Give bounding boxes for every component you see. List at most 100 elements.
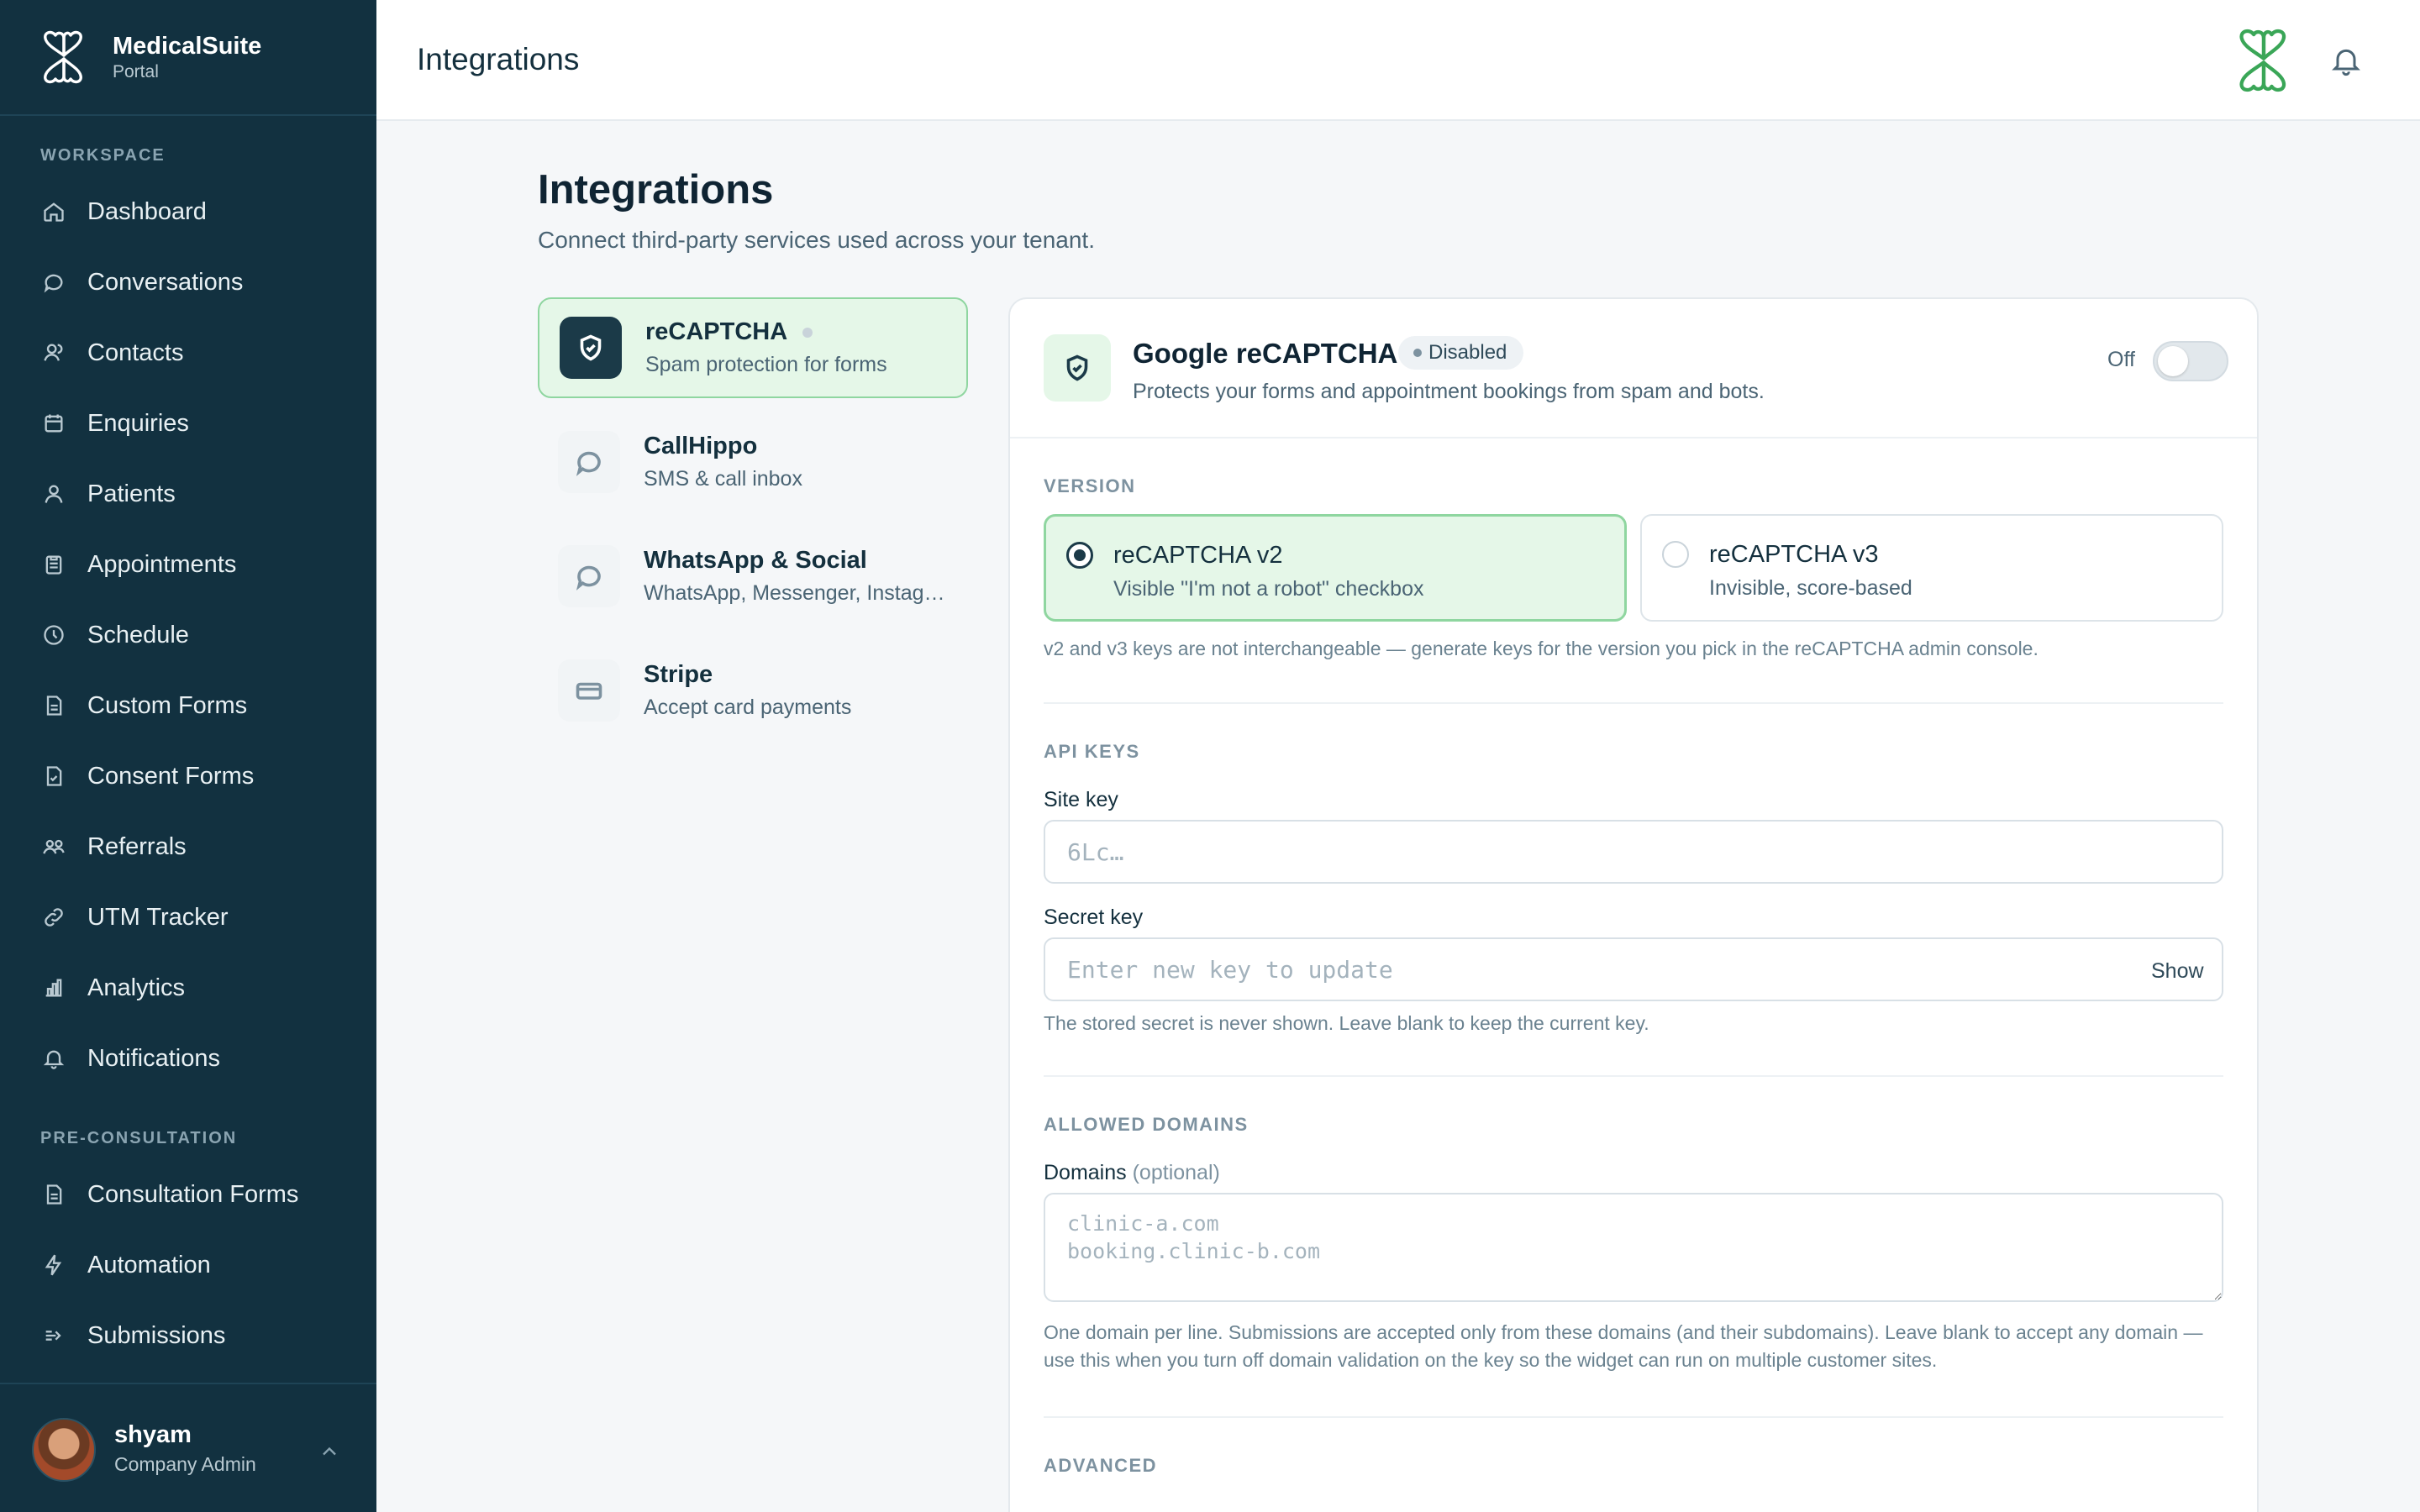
sidebar-item-label: Consultation Forms (87, 1180, 299, 1208)
sidebar-item-analytics[interactable]: Analytics (40, 963, 360, 1013)
radio-unselected[interactable] (1662, 541, 1689, 568)
section-label-advanced: ADVANCED (1044, 1455, 1158, 1476)
sidebar-item-consent-forms[interactable]: Consent Forms (40, 751, 360, 801)
divider (0, 114, 376, 116)
divider (1044, 702, 2223, 704)
domains-label-text: Domains (1044, 1161, 1127, 1184)
contacts-icon (40, 339, 67, 366)
section-label-pre-consultation: PRE-CONSULTATION (40, 1129, 238, 1147)
section-label-workspace: WORKSPACE (40, 146, 166, 165)
avatar (32, 1418, 96, 1482)
chat-icon (40, 269, 67, 296)
sidebar-item-label: Submissions (87, 1321, 226, 1349)
chat-icon (558, 431, 620, 493)
integration-name: CallHippo (644, 433, 758, 459)
sidebar-item-utm-tracker[interactable]: UTM Tracker (40, 892, 360, 942)
integration-item-recaptcha[interactable]: reCAPTCHA Spam protection for forms (538, 297, 968, 398)
clover-logo-icon[interactable] (2230, 29, 2297, 92)
bar-chart-icon (40, 974, 67, 1001)
version-name: reCAPTCHA v2 (1113, 542, 1283, 569)
shield-check-icon (560, 317, 622, 379)
section-label-allowed-domains: ALLOWED DOMAINS (1044, 1114, 1249, 1135)
sidebar-item-label: Referrals (87, 832, 187, 860)
sidebar-item-label: Dashboard (87, 197, 207, 225)
brand-subtitle: Portal (113, 62, 159, 81)
chevron-up-icon[interactable] (318, 1440, 341, 1463)
version-option-v2[interactable]: reCAPTCHA v2 Visible "I'm not a robot" c… (1044, 514, 1627, 622)
toggle-label: Off (2107, 348, 2135, 371)
card-header: Google reCAPTCHA Disabled Protects your … (1010, 299, 2257, 438)
sidebar-item-custom-forms[interactable]: Custom Forms (40, 680, 360, 731)
domains-textarea[interactable] (1044, 1193, 2223, 1302)
secret-key-label: Secret key (1044, 906, 1144, 929)
sidebar-item-label: Schedule (87, 621, 189, 648)
sidebar-item-patients[interactable]: Patients (40, 469, 360, 519)
integration-desc: SMS & call inbox (644, 467, 802, 491)
sidebar-item-label: Automation (87, 1251, 211, 1278)
shield-check-icon (1044, 334, 1111, 402)
user-role: Company Admin (114, 1453, 256, 1475)
show-secret-button[interactable]: Show (2151, 959, 2204, 984)
sidebar-item-automation[interactable]: Automation (40, 1240, 360, 1290)
radio-selected[interactable] (1066, 542, 1093, 569)
site-key-input[interactable] (1044, 820, 2223, 884)
card-title: Google reCAPTCHA (1133, 338, 1398, 369)
integration-item-callhippo[interactable]: CallHippo SMS & call inbox (538, 412, 968, 512)
secret-key-input[interactable] (1044, 937, 2223, 1001)
sidebar-item-schedule[interactable]: Schedule (40, 610, 360, 660)
sidebar-item-label: Notifications (87, 1044, 220, 1072)
brand[interactable]: MedicalSuite Portal (39, 30, 261, 84)
home-icon (40, 198, 67, 225)
lightning-icon (40, 1252, 67, 1278)
user-name: shyam (114, 1421, 192, 1448)
toggle-knob (2158, 346, 2188, 376)
calendar-icon (40, 410, 67, 437)
integration-name: WhatsApp & Social (644, 547, 867, 574)
sidebar-item-label: Enquiries (87, 409, 189, 437)
section-label-version: VERSION (1044, 475, 1136, 496)
sidebar-item-label: Contacts (87, 339, 184, 366)
sidebar-item-conversations[interactable]: Conversations (40, 257, 360, 307)
integration-desc: Spam protection for forms (645, 353, 887, 376)
referrals-icon (40, 833, 67, 860)
version-option-v3[interactable]: reCAPTCHA v3 Invisible, score-based (1640, 514, 2223, 622)
user-menu[interactable]: shyam Company Admin (0, 1383, 376, 1512)
clipboard-icon (40, 551, 67, 578)
sidebar: MedicalSuite Portal WORKSPACE Dashboard … (0, 0, 376, 1512)
enable-toggle[interactable] (2153, 341, 2228, 381)
document-icon (40, 692, 67, 719)
notifications-bell-icon[interactable] (2329, 44, 2363, 77)
integration-name: Stripe (644, 661, 713, 688)
sidebar-item-appointments[interactable]: Appointments (40, 539, 360, 590)
sidebar-item-label: Patients (87, 480, 176, 507)
sidebar-item-dashboard[interactable]: Dashboard (40, 186, 360, 237)
version-desc: Visible "I'm not a robot" checkbox (1113, 577, 1424, 601)
chat-icon (558, 545, 620, 607)
status-badge: Disabled (1398, 336, 1524, 370)
sidebar-item-consultation-forms[interactable]: Consultation Forms (40, 1169, 360, 1220)
sidebar-item-label: Appointments (87, 550, 237, 578)
divider (1044, 1416, 2223, 1418)
page-title: Integrations (538, 167, 774, 213)
sidebar-item-contacts[interactable]: Contacts (40, 328, 360, 378)
page-subtitle: Connect third-party services used across… (538, 227, 1095, 253)
status-dot (802, 327, 813, 338)
secret-key-hint: The stored secret is never shown. Leave … (1044, 1012, 1649, 1034)
integration-item-whatsapp[interactable]: WhatsApp & Social WhatsApp, Messenger, I… (538, 526, 968, 627)
link-icon (40, 904, 67, 931)
optional-tag: (optional) (1132, 1161, 1220, 1184)
sidebar-item-submissions[interactable]: Submissions (40, 1310, 360, 1361)
sidebar-item-label: Custom Forms (87, 691, 248, 719)
integration-name: reCAPTCHA (645, 318, 788, 345)
sidebar-item-notifications[interactable]: Notifications (40, 1033, 360, 1084)
brand-name: MedicalSuite (113, 33, 262, 60)
sidebar-item-enquiries[interactable]: Enquiries (40, 398, 360, 449)
domains-hint: One domain per line. Submissions are acc… (1044, 1321, 2203, 1371)
sidebar-item-referrals[interactable]: Referrals (40, 822, 360, 872)
sidebar-item-label: Analytics (87, 974, 186, 1001)
document-icon (40, 1181, 67, 1208)
page-header-title: Integrations (417, 42, 580, 76)
card-description: Protects your forms and appointment book… (1133, 380, 1765, 403)
integration-item-stripe[interactable]: Stripe Accept card payments (538, 640, 968, 741)
sidebar-item-label: Conversations (87, 268, 244, 296)
